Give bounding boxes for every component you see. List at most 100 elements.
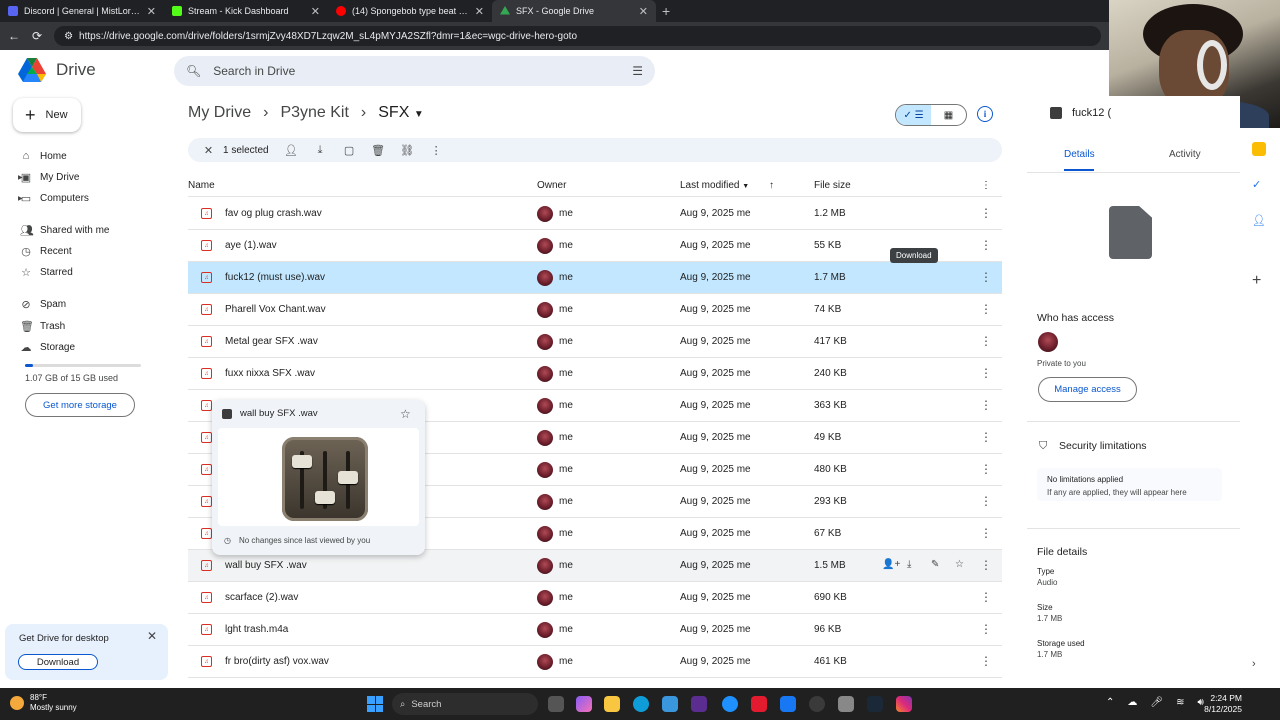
close-tab-icon[interactable]: ✕ bbox=[475, 5, 484, 18]
add-app-icon[interactable]: + bbox=[1252, 272, 1266, 289]
more-vert-icon[interactable]: ⋮ bbox=[980, 494, 992, 508]
more-vert-icon[interactable]: ⋮ bbox=[980, 206, 992, 220]
task-view-icon[interactable] bbox=[548, 696, 564, 712]
youtube-app-icon[interactable] bbox=[751, 696, 767, 712]
chevron-right-icon[interactable]: › bbox=[1252, 658, 1266, 672]
rename-icon[interactable]: ✎ bbox=[931, 559, 939, 570]
column-modified[interactable]: Last modified ▼ bbox=[680, 180, 749, 191]
file-name[interactable]: fav og plug crash.wav bbox=[225, 208, 322, 219]
more-vert-icon[interactable]: ⋮ bbox=[980, 526, 992, 540]
sort-direction-icon[interactable]: ↑ bbox=[769, 180, 774, 191]
star-icon[interactable]: ☆ bbox=[400, 407, 411, 421]
clear-selection-icon[interactable]: ✕ bbox=[194, 144, 223, 157]
search-bar[interactable]: 🔍︎ Search in Drive ☰ bbox=[174, 56, 655, 86]
link-icon[interactable]: ⛓ bbox=[393, 144, 422, 157]
chrome-icon[interactable] bbox=[722, 696, 738, 712]
clock[interactable]: 2:24 PM 8/12/2025 bbox=[1200, 693, 1242, 715]
close-tab-icon[interactable]: ✕ bbox=[311, 5, 320, 18]
table-row[interactable]: ♫ Metal gear SFX .wav me Aug 9, 2025 me 417 … bbox=[188, 326, 1002, 358]
cloud-icon[interactable]: ☁ bbox=[1127, 697, 1137, 708]
tab-kick[interactable]: Stream - Kick Dashboard ✕ bbox=[164, 0, 328, 22]
download-icon[interactable]: ⤓ bbox=[306, 144, 335, 157]
more-vert-icon[interactable]: ⋮ bbox=[981, 180, 991, 191]
file-preview[interactable] bbox=[218, 428, 419, 526]
download-icon[interactable]: ⤓ bbox=[907, 559, 911, 570]
sidebar-item-recent[interactable]: ◷ Recent bbox=[20, 242, 170, 260]
column-size[interactable]: File size bbox=[814, 180, 851, 191]
file-name[interactable]: fuxx nixxa SFX .wav bbox=[225, 368, 315, 379]
file-name[interactable]: aye (1).wav bbox=[225, 240, 277, 251]
more-vert-icon[interactable]: ⋮ bbox=[980, 398, 992, 412]
breadcrumb-sfx[interactable]: SFX ▼ bbox=[378, 104, 423, 122]
breadcrumb-p3yne-kit[interactable]: P3yne Kit bbox=[280, 104, 348, 122]
table-row[interactable]: ♫ lght trash.m4a me Aug 9, 2025 me 96 KB ⋮ bbox=[188, 614, 1002, 646]
tab-youtube[interactable]: (14) Spongebob type beat p... ✕ bbox=[328, 0, 492, 22]
more-vert-icon[interactable]: ⋮ bbox=[980, 590, 992, 604]
copilot-icon[interactable] bbox=[576, 696, 592, 712]
file-name[interactable]: lght trash.m4a bbox=[225, 624, 288, 635]
instagram-icon[interactable] bbox=[896, 696, 912, 712]
sidebar-item-home[interactable]: ⌂ Home bbox=[20, 147, 170, 165]
table-row[interactable]: ♫ fr bro(dirty asf) vox.wav me Aug 9, 2025 … bbox=[188, 646, 1002, 678]
edge-icon[interactable] bbox=[633, 696, 649, 712]
search-input[interactable]: Search in Drive bbox=[213, 64, 295, 78]
file-name[interactable]: Pharell Vox Chant.wav bbox=[225, 304, 326, 315]
more-vert-icon[interactable]: ⋮ bbox=[980, 430, 992, 444]
microphone-icon[interactable]: 🎤︎ bbox=[1150, 697, 1163, 708]
tab-details[interactable]: Details bbox=[1064, 149, 1095, 160]
share-icon[interactable]: 👤︎ bbox=[277, 144, 306, 157]
tab-activity[interactable]: Activity bbox=[1169, 149, 1201, 160]
close-tab-icon[interactable]: ✕ bbox=[639, 5, 648, 18]
expand-icon[interactable]: ▶ bbox=[18, 195, 23, 202]
facebook-icon[interactable] bbox=[780, 696, 796, 712]
keep-icon[interactable] bbox=[1252, 142, 1266, 156]
more-vert-icon[interactable]: ⋮ bbox=[980, 558, 992, 572]
list-view-button[interactable]: ✓ ☰ bbox=[896, 105, 931, 125]
table-row[interactable]: ♫ aye (1).wav me Aug 9, 2025 me 55 KB ⋮ bbox=[188, 230, 1002, 262]
windows-start-icon[interactable] bbox=[367, 696, 383, 712]
file-name[interactable]: scarface (2).wav bbox=[225, 592, 298, 603]
sidebar-item-my-drive[interactable]: ▶ ▣ My Drive bbox=[18, 168, 170, 186]
trash-icon[interactable]: 🗑︎ bbox=[364, 144, 393, 157]
wifi-icon[interactable]: ≋ bbox=[1176, 697, 1184, 708]
expand-icon[interactable]: ▶ bbox=[18, 174, 23, 181]
drive-logo[interactable]: Drive bbox=[18, 58, 96, 82]
taskbar-search[interactable]: ⌕ Search bbox=[392, 693, 538, 715]
url-field[interactable]: ⚙ https://drive.google.com/drive/folders/… bbox=[54, 26, 1101, 46]
move-icon[interactable]: ▢ bbox=[335, 144, 364, 157]
breadcrumb-my-drive[interactable]: My Drive bbox=[188, 104, 251, 122]
more-vert-icon[interactable]: ⋮ bbox=[980, 462, 992, 476]
sidebar-item-shared[interactable]: 👥︎ Shared with me bbox=[20, 221, 170, 239]
column-name[interactable]: Name bbox=[188, 180, 215, 191]
more-vert-icon[interactable]: ⋮ bbox=[980, 334, 992, 348]
download-desktop-button[interactable]: Download bbox=[18, 654, 98, 670]
avatar[interactable] bbox=[1038, 332, 1058, 352]
sidebar-item-starred[interactable]: ☆ Starred bbox=[20, 263, 170, 281]
more-vert-icon[interactable]: ⋮ bbox=[980, 270, 992, 284]
store-icon[interactable] bbox=[662, 696, 678, 712]
sidebar-item-trash[interactable]: 🗑︎ Trash bbox=[20, 317, 170, 335]
sidebar-item-spam[interactable]: ⊘ Spam bbox=[20, 295, 170, 313]
reload-icon[interactable]: ⟳ bbox=[32, 29, 42, 43]
star-icon[interactable]: ☆ bbox=[955, 559, 964, 570]
filter-options-icon[interactable]: ☰ bbox=[632, 64, 643, 78]
more-vert-icon[interactable]: ⋮ bbox=[980, 366, 992, 380]
new-tab-icon[interactable]: + bbox=[662, 3, 670, 19]
close-tab-icon[interactable]: ✕ bbox=[147, 5, 156, 18]
chevron-up-icon[interactable]: ⌃ bbox=[1106, 697, 1114, 708]
close-icon[interactable]: ✕ bbox=[147, 629, 157, 643]
weather-widget[interactable]: 88°F Mostly sunny bbox=[10, 693, 77, 713]
more-vert-icon[interactable]: ⋮ bbox=[980, 302, 992, 316]
file-name[interactable]: fuck12 (must use).wav bbox=[225, 272, 325, 283]
tasks-icon[interactable]: ✓ bbox=[1252, 178, 1266, 192]
sidebar-item-storage[interactable]: ☁ Storage bbox=[20, 338, 170, 356]
obs-icon[interactable] bbox=[809, 696, 825, 712]
more-vert-icon[interactable]: ⋮ bbox=[980, 654, 992, 668]
tab-discord[interactable]: Discord | General | MistLordRx's P...✕ bbox=[0, 0, 164, 22]
grid-view-button[interactable]: ▦ bbox=[931, 105, 966, 125]
contacts-icon[interactable]: 👤︎ bbox=[1252, 214, 1266, 228]
site-info-icon[interactable]: ⚙ bbox=[64, 31, 73, 42]
back-icon[interactable]: ← bbox=[8, 29, 20, 43]
file-name[interactable]: fr bro(dirty asf) vox.wav bbox=[225, 656, 329, 667]
steam-icon[interactable] bbox=[867, 696, 883, 712]
